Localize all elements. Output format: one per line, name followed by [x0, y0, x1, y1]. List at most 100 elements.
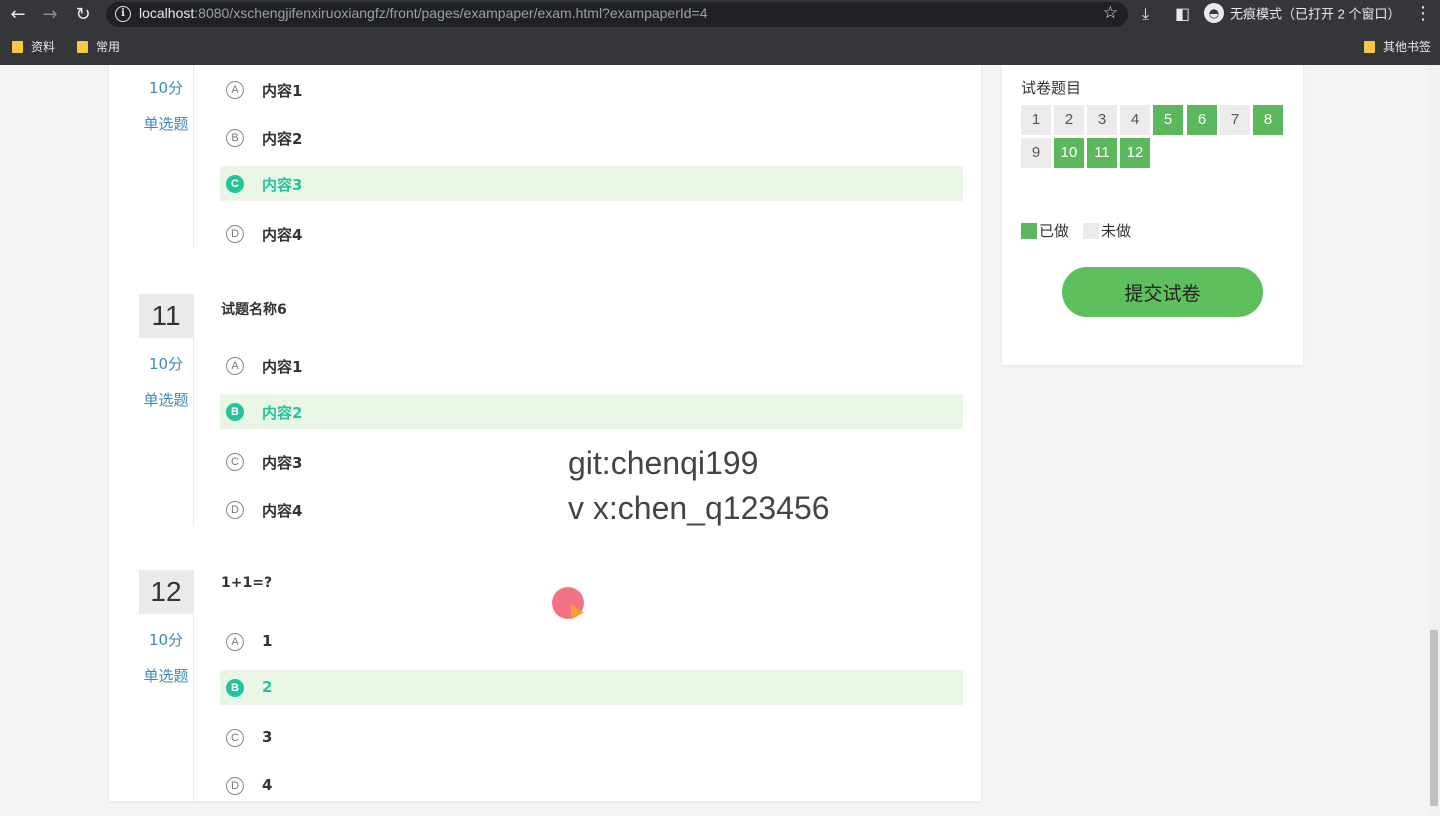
option-letter: A	[226, 633, 244, 651]
bookmark-folder-1[interactable]: 资料	[12, 38, 55, 55]
question-title: 试题名称6	[221, 302, 287, 318]
scrollbar-thumb[interactable]	[1430, 630, 1438, 806]
watermark-line-1: git:chenqi199	[568, 445, 759, 481]
submit-exam-button[interactable]: 提交试卷	[1062, 267, 1263, 317]
site-info-icon[interactable]: i	[115, 6, 131, 22]
option-text: 内容4	[262, 502, 303, 520]
option-text: 1	[262, 632, 273, 650]
panel-title: 试卷题目	[1021, 79, 1082, 97]
option-letter: D	[226, 501, 244, 519]
option-letter: C	[226, 453, 244, 471]
question-cell[interactable]: 4	[1120, 105, 1150, 135]
other-bookmarks[interactable]: 其他书签	[1364, 38, 1431, 55]
question-cell-done[interactable]: 10	[1054, 138, 1084, 168]
legend-swatch-done	[1021, 223, 1037, 239]
option-letter: D	[226, 777, 244, 795]
option-text: 内容3	[262, 454, 303, 472]
bookmark-star-icon[interactable]: ☆	[1103, 3, 1118, 23]
bookmark-folder-2[interactable]: 常用	[77, 38, 120, 55]
browser-menu-icon[interactable]: ⋮	[1414, 3, 1432, 24]
option-a[interactable]: A 内容1	[220, 348, 963, 383]
bookmarks-bar: 资料 常用 其他书签	[0, 34, 1440, 60]
question-cell-done[interactable]: 8	[1253, 105, 1283, 135]
option-c-selected[interactable]: C 内容3	[220, 166, 963, 201]
browser-toolbar: ← → ↻ i localhost:8080/xschengjifenxiruo…	[0, 0, 1440, 30]
page-scrollbar[interactable]	[1428, 65, 1440, 816]
option-d[interactable]: D4	[220, 768, 963, 803]
question-number: 12	[139, 570, 193, 614]
legend-swatch-todo	[1083, 223, 1099, 239]
question-cell[interactable]: 9	[1021, 138, 1051, 168]
option-letter: A	[226, 81, 244, 99]
incognito-icon: ◓	[1204, 3, 1224, 23]
legend-todo: 未做	[1083, 220, 1131, 241]
option-b-selected[interactable]: B 内容2	[220, 394, 963, 429]
forward-arrow-icon[interactable]: →	[38, 3, 62, 27]
question-title: 1+1=?	[221, 575, 273, 591]
reload-icon[interactable]: ↻	[71, 3, 95, 27]
option-a[interactable]: A 内容1	[220, 72, 963, 107]
option-letter: D	[226, 225, 244, 243]
question-cell-done[interactable]: 11	[1087, 138, 1117, 168]
question-cell[interactable]: 1	[1021, 105, 1051, 135]
option-text: 内容2	[262, 130, 303, 148]
option-text: 内容2	[262, 404, 303, 422]
folder-icon	[1364, 41, 1375, 53]
legend-done-label: 已做	[1039, 222, 1070, 240]
bookmark-label: 资料	[31, 40, 56, 54]
folder-icon	[12, 41, 23, 53]
question-divider	[193, 294, 194, 526]
legend-done: 已做	[1021, 220, 1069, 241]
question-divider	[193, 65, 194, 248]
option-text: 内容3	[262, 176, 303, 194]
option-letter: C	[226, 729, 244, 747]
option-letter: B	[226, 403, 244, 421]
option-text: 3	[262, 728, 273, 746]
question-number: 11	[139, 294, 193, 338]
question-score: 10分	[148, 355, 184, 373]
question-type: 单选题	[143, 667, 189, 685]
option-a[interactable]: A1	[220, 624, 963, 659]
other-bookmarks-label: 其他书签	[1383, 40, 1432, 54]
page-content: 10分 单选题 A 内容1 B 内容2 C 内容3 D 内容4 11 10分 单选题 试…	[0, 65, 1440, 816]
bookmark-label: 常用	[96, 40, 121, 54]
url-host: localhost	[139, 5, 195, 21]
incognito-label: 无痕模式（已打开 2 个窗口）	[1230, 6, 1401, 22]
option-text: 2	[262, 678, 273, 696]
option-d[interactable]: D 内容4	[220, 216, 963, 251]
question-cell-done[interactable]: 6	[1187, 105, 1217, 135]
option-text: 4	[262, 776, 273, 794]
option-c[interactable]: C3	[220, 720, 963, 755]
option-letter: B	[226, 129, 244, 147]
question-type: 单选题	[143, 391, 189, 409]
question-score: 10分	[148, 79, 184, 97]
question-cell-done[interactable]: 12	[1120, 138, 1150, 168]
option-b[interactable]: B 内容2	[220, 120, 963, 155]
option-letter: C	[226, 175, 244, 193]
question-divider	[193, 570, 194, 801]
back-arrow-icon[interactable]: ←	[6, 3, 30, 27]
option-text: 内容1	[262, 82, 303, 100]
question-cell[interactable]: 7	[1220, 105, 1250, 135]
download-icon[interactable]: ⤓	[1142, 4, 1149, 24]
side-panel-icon[interactable]: ◧	[1175, 4, 1190, 23]
question-type: 单选题	[143, 115, 189, 133]
option-letter: A	[226, 357, 244, 375]
folder-icon	[77, 41, 88, 53]
question-cell[interactable]: 3	[1087, 105, 1117, 135]
browser-chrome: ← → ↻ i localhost:8080/xschengjifenxiruo…	[0, 0, 1440, 65]
legend-todo-label: 未做	[1101, 222, 1132, 240]
url-path: :8080/xschengjifenxiruoxiangfz/front/pag…	[194, 5, 708, 21]
option-text: 内容4	[262, 226, 303, 244]
url-text: localhost:8080/xschengjifenxiruoxiangfz/…	[139, 5, 708, 21]
watermark-line-2: v x:chen_q123456	[568, 490, 830, 526]
address-bar[interactable]: i localhost:8080/xschengjifenxiruoxiangf…	[106, 2, 1128, 27]
option-text: 内容1	[262, 358, 303, 376]
answer-sheet-panel: 试卷题目 1 2 3 4 5 6 7 8 9 10 11 12 已做 未做 提交…	[1002, 65, 1303, 365]
question-score: 10分	[148, 631, 184, 649]
option-b-selected[interactable]: B2	[220, 670, 963, 705]
question-cell[interactable]: 2	[1054, 105, 1084, 135]
incognito-indicator[interactable]: ◓ 无痕模式（已打开 2 个窗口）	[1204, 3, 1400, 27]
question-cell-done[interactable]: 5	[1153, 105, 1183, 135]
option-letter: B	[226, 679, 244, 697]
